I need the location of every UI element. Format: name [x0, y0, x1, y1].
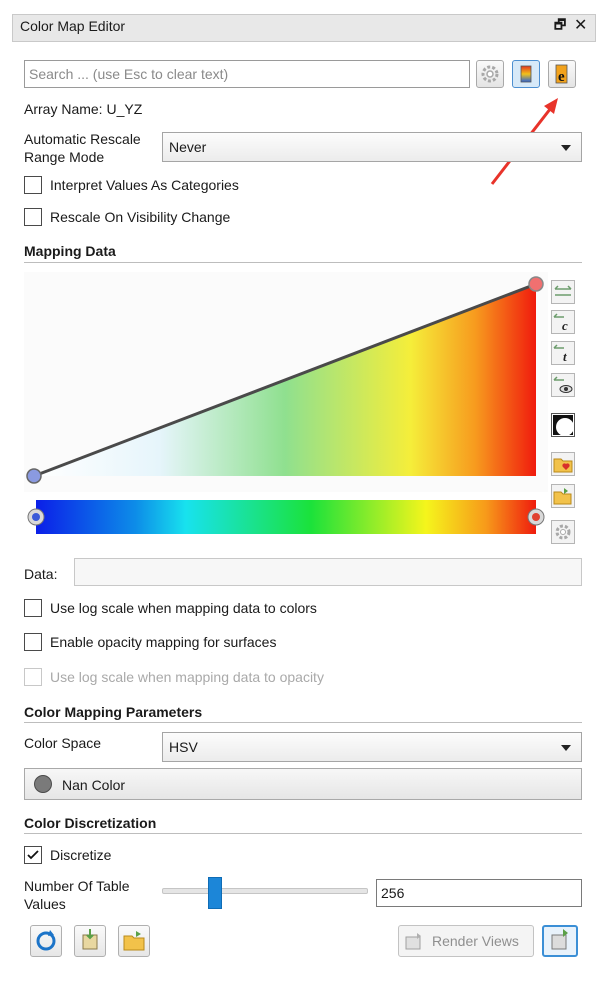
save-preset-button[interactable]	[551, 452, 575, 476]
reload-button[interactable]	[30, 925, 62, 957]
log-scale-opacity-checkbox[interactable]	[24, 668, 42, 686]
render-views-label: Render Views	[432, 933, 519, 949]
rescale-visibility-checkbox[interactable]	[24, 208, 42, 226]
colorbar	[36, 500, 536, 534]
log-scale-opacity-label: Use log scale when mapping data to opaci…	[50, 669, 324, 685]
save-default-button[interactable]	[74, 925, 106, 957]
discretize-checkbox[interactable]	[24, 846, 42, 864]
log-scale-colors-checkbox[interactable]	[24, 599, 42, 617]
colormap-toggle-button[interactable]	[512, 60, 540, 88]
interpret-categories-label: Interpret Values As Categories	[50, 177, 239, 193]
nan-color-label: Nan Color	[62, 777, 126, 793]
table-values-slider-track[interactable]	[162, 888, 368, 894]
transfer-function-editor[interactable]	[24, 272, 548, 548]
advanced-settings-button[interactable]	[551, 520, 575, 544]
refresh-icon	[36, 930, 56, 951]
opacity-mapping-label: Enable opacity mapping for surfaces	[50, 634, 277, 650]
rescale-visibility-label: Rescale On Visibility Change	[50, 209, 231, 225]
rescale-temporal-icon: t	[553, 344, 567, 364]
nan-color-swatch-icon	[34, 775, 52, 793]
table-values-slider-handle[interactable]	[208, 877, 222, 909]
discretize-label: Discretize	[50, 847, 112, 863]
opacity-mapping-checkbox[interactable]	[24, 633, 42, 651]
data-value-field[interactable]	[74, 558, 582, 586]
float-panel-icon[interactable]: 🗗	[554, 16, 566, 38]
render-icon	[405, 933, 421, 950]
rescale-mode-select[interactable]: Never	[162, 132, 582, 162]
rescale-custom-icon: c	[553, 313, 568, 333]
save-defaults-icon	[82, 929, 98, 950]
folder-open-icon	[123, 931, 145, 951]
color-space-select[interactable]: HSV	[162, 732, 582, 762]
section-divider	[24, 262, 582, 263]
color-space-label: Color Space	[24, 735, 102, 751]
rescale-range-icon	[554, 285, 572, 296]
opacity-point-low	[26, 468, 42, 484]
mapping-data-heading: Mapping Data	[24, 243, 116, 259]
edit-color-legend-button[interactable]: e	[548, 60, 576, 88]
chevron-down-icon	[561, 145, 571, 151]
color-discretization-heading: Color Discretization	[24, 815, 157, 831]
rescale-temporal-range-button[interactable]: t	[551, 341, 575, 365]
section-divider	[24, 833, 582, 834]
gear-icon	[481, 65, 499, 83]
color-mapping-heading: Color Mapping Parameters	[24, 704, 203, 720]
rescale-visible-range-button[interactable]	[551, 373, 575, 397]
table-values-label: Number Of Table Values	[24, 878, 130, 912]
invert-transfer-button[interactable]	[551, 413, 575, 437]
rescale-mode-value: Never	[169, 139, 207, 155]
chevron-down-icon	[561, 745, 571, 751]
auto-apply-icon	[551, 929, 568, 950]
folder-heart-icon	[553, 458, 573, 473]
svg-text:e: e	[558, 69, 565, 85]
array-name: Array Name: U_YZ	[24, 101, 143, 117]
panel-title: Color Map Editor	[20, 18, 126, 34]
choose-preset-button[interactable]	[551, 484, 575, 508]
advanced-properties-button[interactable]	[476, 60, 504, 88]
auto-apply-button[interactable]	[542, 925, 578, 957]
search-input[interactable]	[24, 60, 470, 88]
color-legend-edit-icon: e	[555, 64, 568, 85]
folder-open-icon	[553, 488, 572, 505]
log-scale-colors-label: Use log scale when mapping data to color…	[50, 600, 317, 616]
close-icon[interactable]: ✕	[574, 15, 587, 35]
rescale-custom-range-button[interactable]: c	[551, 310, 575, 334]
svg-text:t: t	[563, 349, 567, 364]
interpret-categories-checkbox[interactable]	[24, 176, 42, 194]
table-values-input[interactable]: 256	[376, 879, 582, 907]
opacity-point-high	[528, 276, 544, 292]
svg-text:c: c	[562, 318, 568, 333]
rescale-mode-label: Automatic Rescale Range Mode	[24, 131, 141, 165]
data-label: Data:	[24, 566, 58, 582]
gear-icon	[555, 524, 571, 540]
rescale-to-data-range-button[interactable]	[551, 280, 575, 304]
color-space-value: HSV	[169, 739, 198, 755]
restore-default-button[interactable]	[118, 925, 150, 957]
invert-icon	[553, 415, 574, 436]
checkmark-icon	[27, 850, 39, 860]
colormap-icon	[520, 65, 532, 83]
eye-icon	[553, 376, 573, 393]
section-divider	[24, 722, 582, 723]
